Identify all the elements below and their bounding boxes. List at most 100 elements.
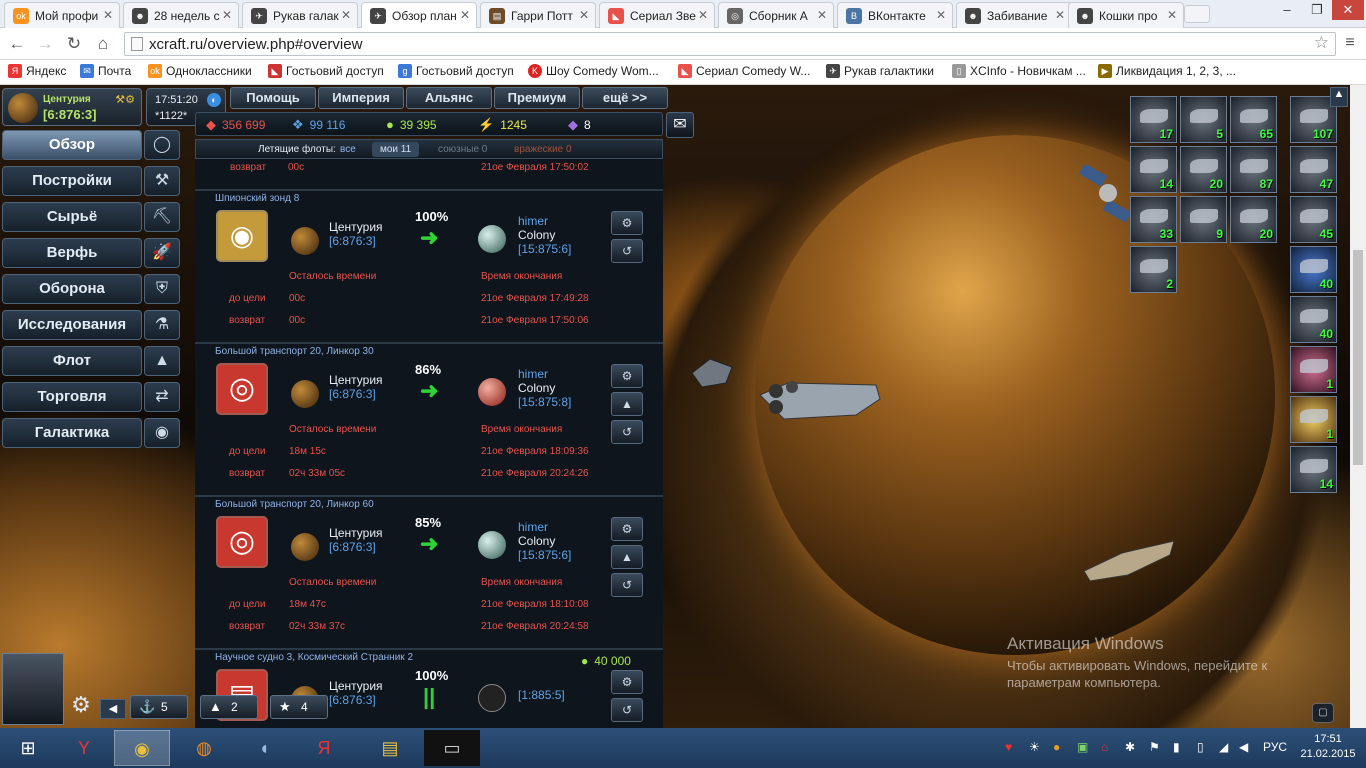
close-icon[interactable]: ✕ bbox=[698, 8, 708, 22]
menu-more[interactable]: ещё >> bbox=[582, 87, 668, 109]
back-arrow-icon[interactable]: ← bbox=[6, 33, 28, 55]
trade-icon[interactable]: ⇄ bbox=[144, 382, 180, 412]
browser-tab[interactable]: ▤ Гарри Потт ✕ bbox=[480, 2, 596, 28]
globe-icon[interactable]: ◐ bbox=[207, 93, 221, 107]
ship-thumb[interactable]: 20 bbox=[1180, 146, 1227, 193]
destination-coords[interactable]: [15:875:8] bbox=[518, 395, 571, 409]
origin-name[interactable]: Центурия bbox=[329, 220, 383, 234]
browser-tab[interactable]: ◎ Сборник А ✕ bbox=[718, 2, 834, 28]
close-icon[interactable]: ✕ bbox=[1167, 8, 1177, 22]
scroll-up-arrow-icon[interactable]: ▲ bbox=[1330, 87, 1348, 107]
close-icon[interactable]: ✕ bbox=[1055, 8, 1065, 22]
fleet-icon[interactable]: ▲ bbox=[144, 346, 180, 376]
filter-all[interactable]: все bbox=[340, 144, 356, 155]
fleet-info-button[interactable]: ⚙ bbox=[611, 364, 643, 388]
mail-icon[interactable]: ✉ bbox=[666, 112, 694, 138]
shipyard-icon[interactable]: 🚀 bbox=[144, 238, 180, 268]
research-icon[interactable]: ⚗ bbox=[144, 310, 180, 340]
filter-enemy[interactable]: вражеские 0 bbox=[514, 144, 572, 155]
menu-trade[interactable]: Торговля bbox=[2, 382, 142, 412]
new-tab-button[interactable] bbox=[1184, 5, 1210, 23]
destination-player[interactable]: himer bbox=[518, 214, 548, 228]
yandex-icon[interactable]: Я bbox=[296, 730, 352, 766]
close-icon[interactable]: ✕ bbox=[579, 8, 589, 22]
origin-name[interactable]: Центурия bbox=[329, 373, 383, 387]
home-icon[interactable]: ⌂ bbox=[92, 33, 114, 55]
menu-fleet[interactable]: Флот bbox=[2, 346, 142, 376]
taskbar-clock[interactable]: 17:51 21.02.2015 bbox=[1300, 733, 1356, 760]
fleet-stat[interactable]: ★ 4 bbox=[270, 695, 328, 719]
bookmark-star-icon[interactable]: ☆ bbox=[1314, 33, 1329, 53]
reload-icon[interactable]: ↻ bbox=[63, 33, 85, 55]
menu-buildings[interactable]: Постройки bbox=[2, 166, 142, 196]
fleet-union-button[interactable]: ▲ bbox=[611, 545, 643, 569]
file-explorer-icon[interactable]: ▤ bbox=[362, 730, 418, 766]
galaxy-icon[interactable]: ◉ bbox=[144, 418, 180, 448]
browser-tab[interactable]: ok Мой профи ✕ bbox=[4, 2, 120, 28]
ship-thumb[interactable]: 17 bbox=[1130, 96, 1177, 143]
filter-mine[interactable]: мои 11 bbox=[372, 142, 420, 157]
defense-thumb[interactable]: 1 bbox=[1290, 346, 1337, 393]
close-icon[interactable]: ✕ bbox=[936, 8, 946, 22]
bookmark-item[interactable]: ◣ Гостьовий доступ bbox=[268, 64, 384, 78]
browser-tab[interactable]: B ВКонтакте ✕ bbox=[837, 2, 953, 28]
origin-name[interactable]: Центурия bbox=[329, 679, 383, 693]
yandex-browser-icon[interactable]: Y bbox=[56, 730, 112, 766]
fullscreen-icon[interactable]: ▢ bbox=[1312, 703, 1334, 723]
close-icon[interactable]: ✕ bbox=[341, 8, 351, 22]
destination-coords[interactable]: [1:885:5] bbox=[518, 688, 565, 702]
ship-thumb[interactable]: 87 bbox=[1230, 146, 1277, 193]
origin-coords[interactable]: [6:876:3] bbox=[329, 234, 376, 248]
close-icon[interactable]: ✕ bbox=[817, 8, 827, 22]
volume-icon[interactable]: ◀ bbox=[1239, 740, 1248, 754]
coin-icon[interactable]: ● bbox=[1053, 740, 1060, 754]
chrome-icon[interactable]: ◉ bbox=[114, 730, 170, 766]
destination-coords[interactable]: [15:875:6] bbox=[518, 548, 571, 562]
ship-thumb[interactable]: 5 bbox=[1180, 96, 1227, 143]
bell-icon[interactable]: ☀ bbox=[1029, 740, 1040, 754]
browser-tab[interactable]: ✈ Рукав галак ✕ bbox=[242, 2, 358, 28]
fleet-info-button[interactable]: ⚙ bbox=[611, 211, 643, 235]
origin-name[interactable]: Центурия bbox=[329, 526, 383, 540]
bookmark-item[interactable]: ◣ Сериал Comedy W... bbox=[678, 64, 810, 78]
close-icon[interactable]: ✕ bbox=[103, 8, 113, 22]
bookmark-item[interactable]: ✉ Почта bbox=[80, 64, 131, 78]
menu-premium[interactable]: Премиум bbox=[494, 87, 580, 109]
origin-coords[interactable]: [6:876:3] bbox=[329, 693, 376, 707]
fleet-info-button[interactable]: ⚙ bbox=[611, 517, 643, 541]
ship-thumb[interactable]: 9 bbox=[1180, 196, 1227, 243]
network-icon[interactable]: ◢ bbox=[1219, 740, 1228, 754]
collapse-left-arrow-icon[interactable]: ◀ bbox=[100, 699, 126, 719]
menu-alliance[interactable]: Альянс bbox=[406, 87, 492, 109]
menu-research[interactable]: Исследования bbox=[2, 310, 142, 340]
keyboard-layout[interactable]: РУС bbox=[1263, 740, 1287, 754]
usb-icon[interactable]: ▯ bbox=[1197, 740, 1204, 754]
destination-player[interactable]: himer bbox=[518, 520, 548, 534]
browser-tab[interactable]: ◣ Сериал Зве ✕ bbox=[599, 2, 715, 28]
scrollbar-thumb[interactable] bbox=[1353, 250, 1363, 465]
menu-overview[interactable]: Обзор bbox=[2, 130, 142, 160]
wifi-app-icon[interactable]: ⌂ bbox=[1101, 740, 1108, 754]
bookmark-item[interactable]: ✈ Рукав галактики bbox=[826, 64, 934, 78]
ship-thumb[interactable]: 20 bbox=[1230, 196, 1277, 243]
bookmark-item[interactable]: ▶ Ликвидация 1, 2, 3, ... bbox=[1098, 64, 1236, 78]
maximize-button[interactable]: ❐ bbox=[1302, 0, 1332, 20]
flag-icon[interactable]: ⚑ bbox=[1149, 740, 1160, 754]
destination-coords[interactable]: [15:875:6] bbox=[518, 242, 571, 256]
defense-thumb[interactable]: 40 bbox=[1290, 296, 1337, 343]
defense-thumb[interactable]: 45 bbox=[1290, 196, 1337, 243]
fleet-recall-button[interactable]: ↺ bbox=[611, 698, 643, 722]
close-icon[interactable]: ✕ bbox=[460, 8, 470, 22]
battery-icon[interactable]: ▮ bbox=[1173, 740, 1180, 754]
address-bar[interactable]: xcraft.ru/overview.php#overview ☆ bbox=[124, 32, 1336, 56]
ship-thumb[interactable]: 65 bbox=[1230, 96, 1277, 143]
speaker-app-icon[interactable]: ◖ bbox=[236, 730, 292, 766]
origin-coords[interactable]: [6:876:3] bbox=[329, 387, 376, 401]
defense-thumb[interactable]: 40 bbox=[1290, 246, 1337, 293]
fleet-union-button[interactable]: ▲ bbox=[611, 392, 643, 416]
browser-menu-icon[interactable]: ≡ bbox=[1340, 34, 1360, 54]
menu-defense[interactable]: Оборона bbox=[2, 274, 142, 304]
menu-shipyard[interactable]: Верфь bbox=[2, 238, 142, 268]
bookmark-item[interactable]: K Шоу Comedy Wom... bbox=[528, 64, 659, 78]
settings-gear-icon[interactable]: ⚙ bbox=[66, 689, 96, 721]
